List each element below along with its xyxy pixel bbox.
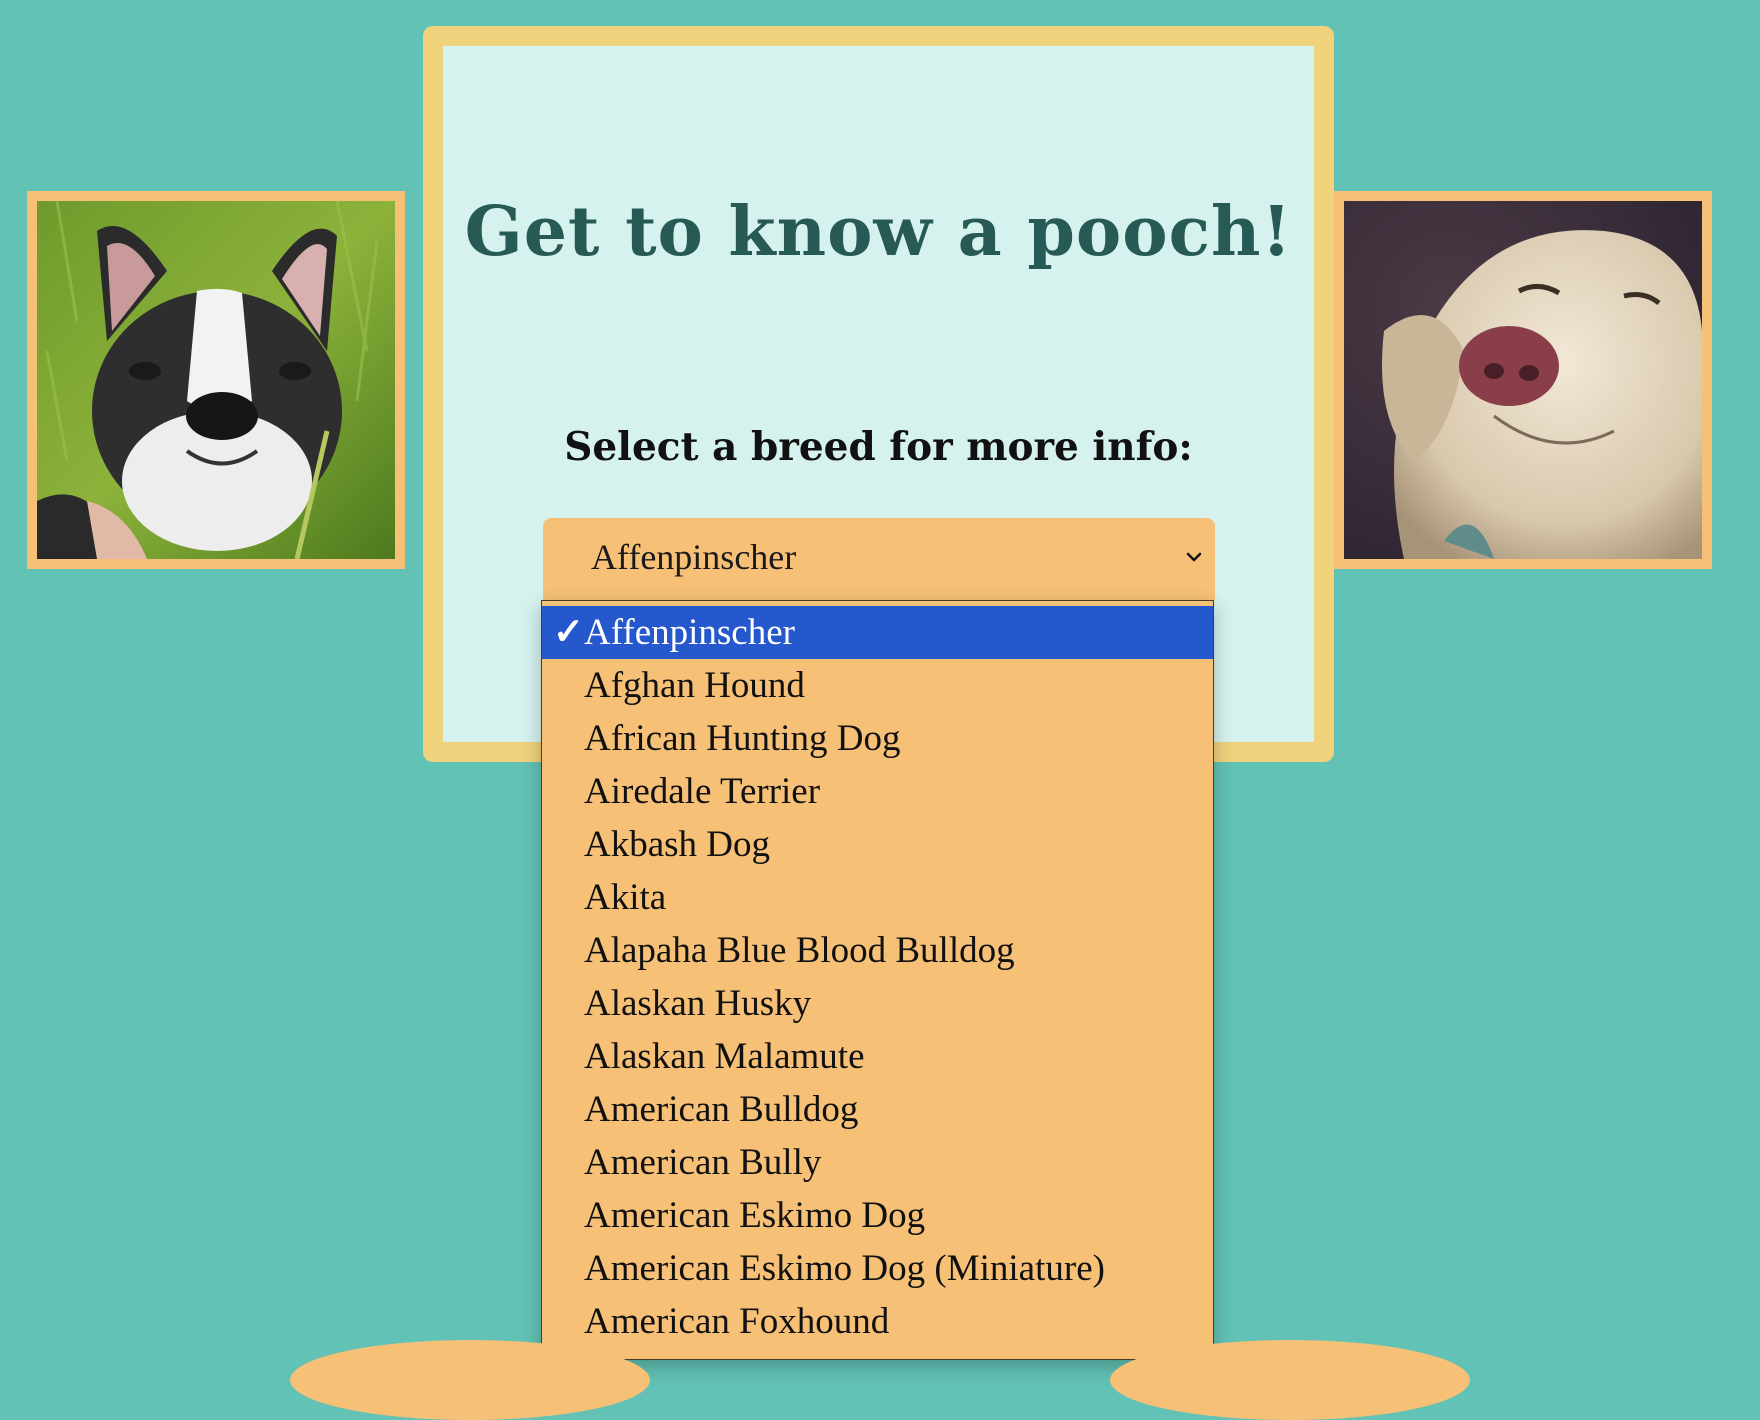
right-dog-photo-frame [1334, 191, 1712, 569]
breed-option[interactable]: ✓ Affenpinscher [542, 606, 1213, 659]
french-bulldog-photo [37, 201, 395, 559]
breed-select-value: Affenpinscher [591, 537, 797, 577]
checkmark-icon: ✓ [553, 612, 585, 653]
select-breed-prompt: Select a breed for more info: [564, 424, 1193, 470]
page-title: Get to know a pooch! [464, 192, 1293, 272]
breed-option[interactable]: American Eskimo Dog (Miniature) [542, 1242, 1213, 1295]
breed-option[interactable]: Alapaha Blue Blood Bulldog [542, 924, 1213, 977]
breed-option[interactable]: Akita [542, 871, 1213, 924]
breed-option[interactable]: Afghan Hound [542, 659, 1213, 712]
breed-option[interactable]: African Hunting Dog [542, 712, 1213, 765]
breed-option[interactable]: Alaskan Malamute [542, 1030, 1213, 1083]
decorative-shape [290, 1340, 650, 1420]
left-dog-photo-frame [27, 191, 405, 569]
breed-select[interactable]: Affenpinscher [543, 518, 1215, 600]
decorative-shape [1110, 1340, 1470, 1420]
breed-option[interactable]: American Eskimo Dog [542, 1189, 1213, 1242]
breed-option[interactable]: American Bulldog [542, 1083, 1213, 1136]
labrador-photo [1344, 201, 1702, 559]
breed-option[interactable]: Akbash Dog [542, 818, 1213, 871]
breed-option[interactable]: Alaskan Husky [542, 977, 1213, 1030]
breed-option[interactable]: Airedale Terrier [542, 765, 1213, 818]
breed-option[interactable]: American Foxhound [542, 1295, 1213, 1348]
breed-option[interactable]: American Bully [542, 1136, 1213, 1189]
breed-dropdown-list[interactable]: ✓ Affenpinscher Afghan Hound African Hun… [541, 600, 1214, 1360]
chevron-down-icon [1186, 552, 1202, 562]
